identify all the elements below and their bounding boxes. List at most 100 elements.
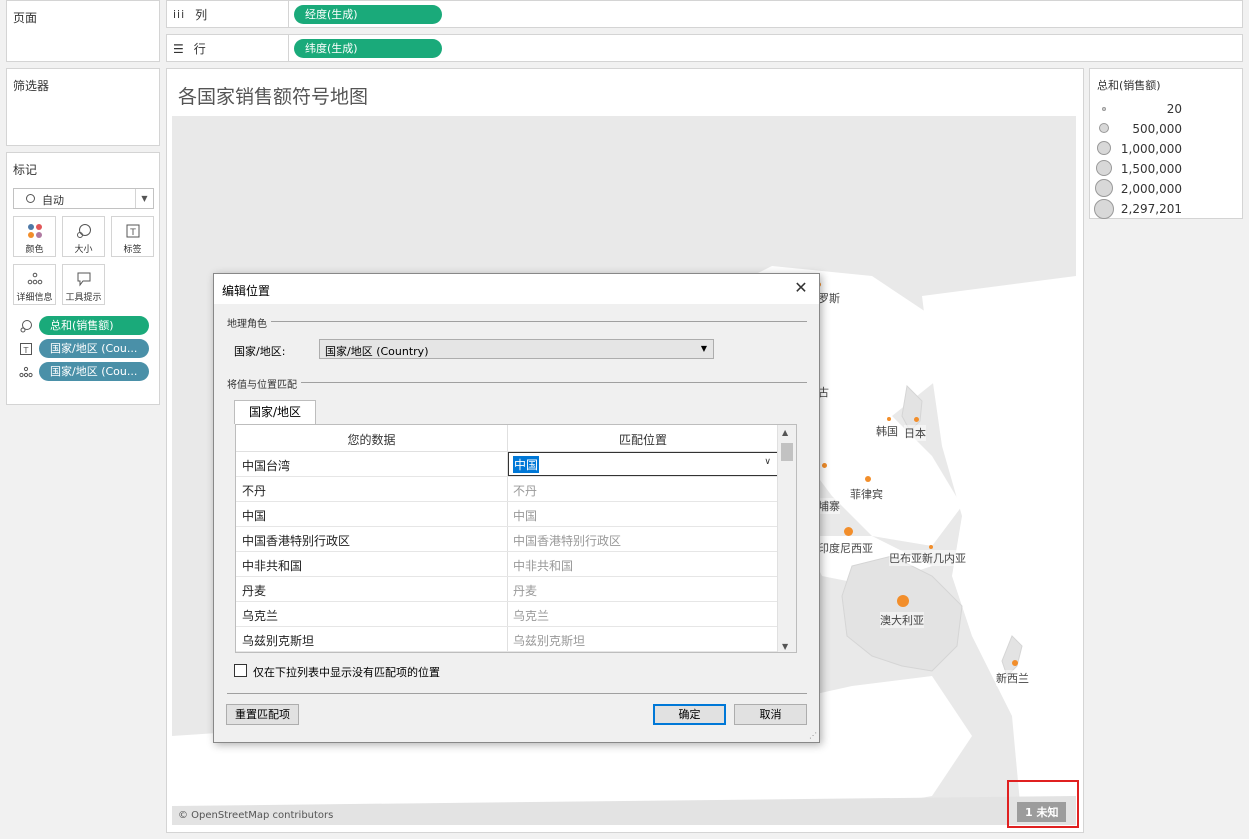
map-dot-korea[interactable] [887,417,891,421]
encoding-size[interactable]: 总和(销售额) [19,316,157,335]
row-match-value[interactable]: 中非共和国 [513,557,573,574]
legend-value: 1,500,000 [1120,162,1182,176]
unmatched-only-checkbox[interactable] [234,664,247,677]
scroll-up-icon[interactable]: ▲ [782,428,788,437]
size-legend: 总和(销售额) 20 500,000 1,000,000 1,500,000 2… [1089,68,1243,219]
map-label-philippines: 菲律宾 [850,486,883,502]
marks-title: 标记 [13,163,38,177]
color-button[interactable]: 颜色 [13,216,56,257]
col-your-data[interactable]: 您的数据 [236,431,507,448]
encoding-label[interactable]: T 国家/地区 (Cou... [19,339,157,358]
size-label: 大小 [74,245,93,255]
table-row[interactable]: 不丹 不丹 [236,477,778,502]
geo-role-value: 国家/地区 (Country) [325,345,429,358]
row-match-value[interactable]: 中国香港特别行政区 [513,532,621,549]
legend-item[interactable]: 2,297,201 [1090,199,1242,219]
chevron-down-icon[interactable]: ∨ [764,457,771,467]
grid-scrollbar[interactable]: ▲ ▼ [777,425,796,652]
tab-country[interactable]: 国家/地区 [234,400,316,424]
map-label-russia: 罗斯 [818,290,840,306]
reset-matches-button[interactable]: 重置匹配项 [226,704,299,725]
row-match-value[interactable]: 不丹 [513,482,537,499]
pages-card: 页面 [6,0,160,62]
map-dot-philippines[interactable] [865,476,871,482]
table-row[interactable]: 中国香港特别行政区 中国香港特别行政区 [236,527,778,552]
label-button[interactable]: T 标签 [111,216,154,257]
dialog-titlebar[interactable]: 编辑位置 ✕ [214,274,819,304]
row-match-value[interactable]: 中国 [513,507,537,524]
map-dot-new-zealand[interactable] [1012,660,1018,666]
row-data-value: 乌克兰 [242,609,279,623]
resize-grip-icon[interactable]: ⋰ [809,731,817,740]
map-dot-indonesia[interactable] [844,527,853,536]
filters-card[interactable]: 筛选器 [6,68,160,146]
svg-text:T: T [129,228,136,238]
geo-role-select[interactable]: 国家/地区 (Country) ▼ [319,339,714,359]
ok-button[interactable]: 确定 [653,704,726,725]
sort-caret-icon: ^ [637,424,645,431]
legend-item[interactable]: 2,000,000 [1090,179,1242,199]
rows-shelf-label: ☰ 行 [173,41,206,57]
columns-shelf[interactable]: iii 列 经度(生成) [166,0,1243,28]
rows-shelf[interactable]: ☰ 行 纬度(生成) [166,34,1243,62]
row-data-value: 乌兹别克斯坦 [242,634,315,648]
close-icon[interactable]: ✕ [791,278,811,298]
mark-type-label: 自动 [42,194,64,207]
map-dot-png[interactable] [929,545,933,549]
size-button[interactable]: 大小 [62,216,105,257]
geo-role-group-label: 地理角色 [227,315,271,330]
legend-item[interactable]: 1,500,000 [1090,159,1242,179]
table-row[interactable]: 丹麦 丹麦 [236,577,778,602]
svg-text:T: T [23,346,29,355]
longitude-pill[interactable]: 经度(生成) [294,5,442,24]
size-icon [19,319,33,333]
col-match-location[interactable]: 匹配位置 [508,431,778,448]
legend-item[interactable]: 20 [1090,99,1242,119]
legend-item[interactable]: 500,000 [1090,119,1242,139]
detail-button[interactable]: 详细信息 [13,264,56,305]
label-icon: T [19,342,33,356]
map-dot-cambodia[interactable] [822,463,827,468]
row-data-value: 丹麦 [242,584,267,598]
map-dot-japan[interactable] [914,417,919,422]
filters-title: 筛选器 [13,79,50,93]
legend-circle [1099,123,1109,133]
encoding-detail[interactable]: 国家/地区 (Cou... [19,362,157,381]
legend-value: 2,000,000 [1120,182,1182,196]
size-icon [76,223,92,239]
sum-sales-pill[interactable]: 总和(销售额) [39,316,149,335]
cancel-button[interactable]: 取消 [734,704,807,725]
match-select-value[interactable]: 中国 [513,456,540,473]
row-data-value: 不丹 [242,484,267,498]
detail-icon [27,271,43,287]
legend-value: 2,297,201 [1120,202,1182,216]
country-detail-pill[interactable]: 国家/地区 (Cou... [39,362,149,381]
latitude-pill[interactable]: 纬度(生成) [294,39,442,58]
pages-title: 页面 [13,11,38,25]
scroll-thumb[interactable] [781,443,793,461]
table-row[interactable]: 中国台湾 中国 ∨ [236,452,778,477]
label-label: 标签 [123,245,142,255]
legend-item[interactable]: 1,000,000 [1090,139,1242,159]
table-row[interactable]: 乌克兰 乌克兰 [236,602,778,627]
table-row[interactable]: 中非共和国 中非共和国 [236,552,778,577]
label-icon: T [125,223,141,239]
table-row[interactable]: 乌兹别克斯坦 乌兹别克斯坦 [236,627,778,652]
unknown-badge[interactable]: 1 未知 [1017,802,1067,822]
row-match-value[interactable]: 乌克兰 [513,607,549,624]
table-row[interactable]: 中国 中国 [236,502,778,527]
row-data-value: 中国台湾 [242,459,291,473]
row-data-value: 中国香港特别行政区 [242,534,351,548]
row-match-value[interactable]: 乌兹别克斯坦 [513,632,585,649]
country-label-pill[interactable]: 国家/地区 (Cou... [39,339,149,358]
map-credit[interactable]: © OpenStreetMap contributors [178,810,333,821]
unmatched-only-label[interactable]: 仅在下拉列表中显示没有匹配项的位置 [253,664,440,680]
legend-circle [1102,107,1106,111]
row-match-value[interactable]: 丹麦 [513,582,537,599]
shelf-divider [288,35,289,61]
map-dot-australia[interactable] [897,595,909,607]
mark-type-dropdown[interactable]: 自动 ▼ [13,188,154,209]
scroll-down-icon[interactable]: ▼ [782,642,788,651]
tooltip-button[interactable]: 工具提示 [62,264,105,305]
match-location-select[interactable]: 中国 ∨ [508,452,778,476]
